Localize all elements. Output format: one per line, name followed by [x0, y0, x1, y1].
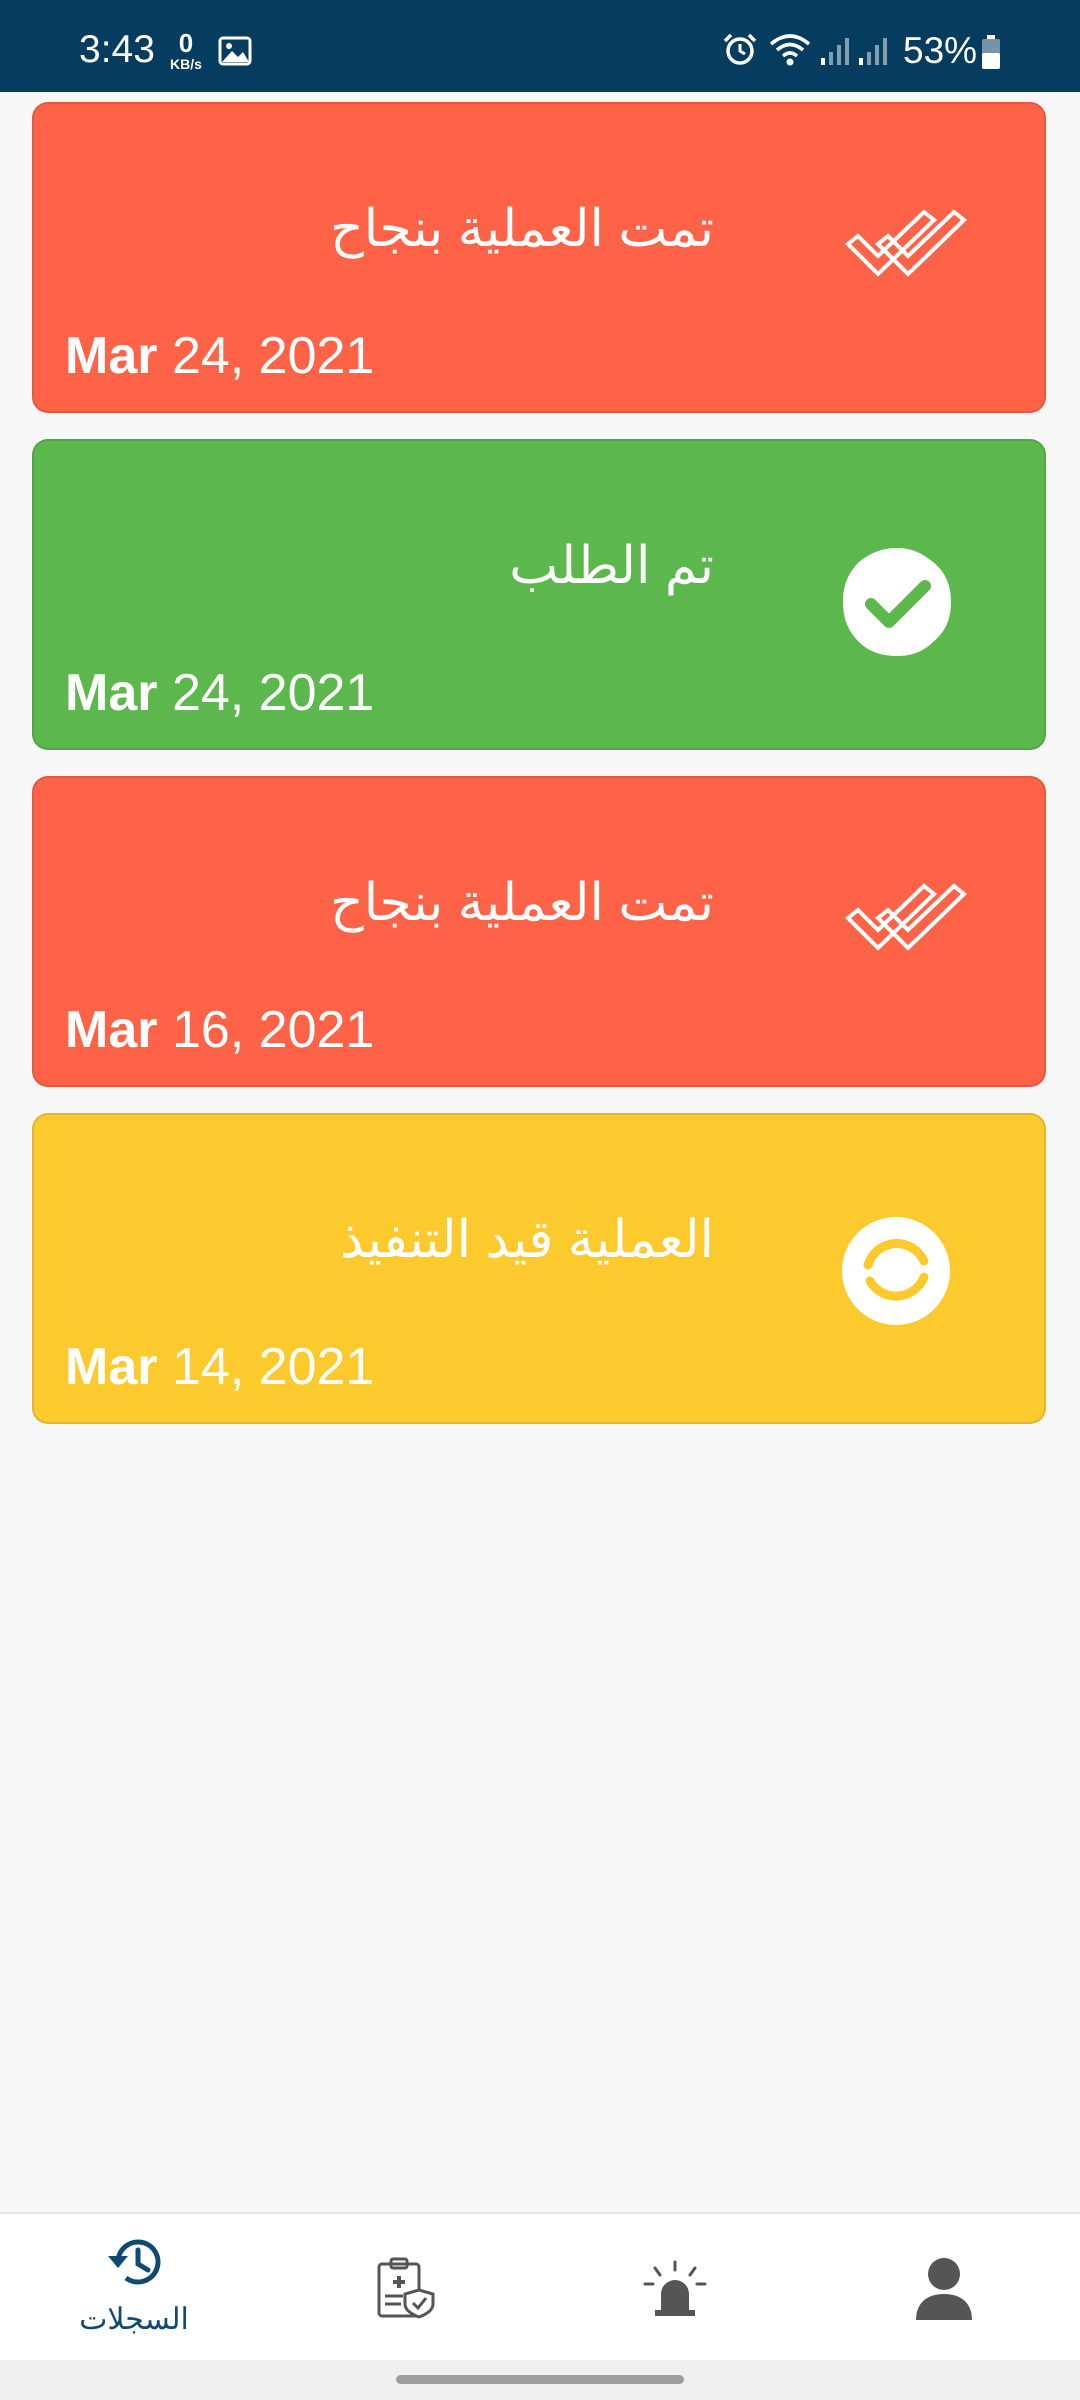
- gesture-bar[interactable]: [396, 2375, 684, 2384]
- record-title: تم الطلب: [509, 537, 714, 595]
- record-date-day-year: 24, 2021: [171, 664, 375, 722]
- profile-icon: [916, 2258, 972, 2320]
- status-bar: 3:43 0 KB/s 53%: [0, 0, 1080, 92]
- record-title: العملية قيد التنفيذ: [340, 1211, 714, 1269]
- nav-item-medical-report[interactable]: [305, 2214, 505, 2362]
- record-card[interactable]: العملية قيد التنفيذ Mar 14, 2021: [32, 1113, 1046, 1424]
- battery-icon: [982, 35, 1000, 69]
- record-date: Mar 14, 2021: [65, 1337, 374, 1397]
- record-date-month: Mar: [65, 1338, 158, 1396]
- record-date-day-year: 24, 2021: [171, 327, 375, 385]
- double-check-icon: [845, 883, 968, 951]
- records-list: تمت العملية بنجاح Mar 24, 2021 تم الطلب …: [32, 102, 1048, 1450]
- record-card[interactable]: تم الطلب Mar 24, 2021: [32, 439, 1046, 750]
- signal-icon-2: [859, 38, 887, 65]
- record-title: تمت العملية بنجاح: [330, 200, 714, 258]
- record-date: Mar 24, 2021: [65, 663, 374, 723]
- record-date-day-year: 16, 2021: [171, 1001, 375, 1059]
- record-date: Mar 24, 2021: [65, 326, 374, 386]
- record-card[interactable]: تمت العملية بنجاح Mar 16, 2021: [32, 776, 1046, 1087]
- history-icon: [108, 2239, 161, 2285]
- record-card[interactable]: تمت العملية بنجاح Mar 24, 2021: [32, 102, 1046, 413]
- nav-item-emergency[interactable]: [575, 2214, 775, 2362]
- signal-icon: [821, 38, 849, 65]
- bottom-navigation: السجلات: [0, 2212, 1080, 2362]
- battery-percent: 53%: [903, 30, 978, 71]
- alarm-siren-icon: [643, 2260, 707, 2316]
- record-date-month: Mar: [65, 664, 158, 722]
- medical-report-icon: [377, 2257, 435, 2319]
- record-date: Mar 16, 2021: [65, 1000, 374, 1060]
- status-time: 3:43: [79, 28, 155, 71]
- network-speed-unit: KB/s: [170, 56, 202, 72]
- wifi-icon: [769, 34, 811, 66]
- double-check-icon: [845, 209, 968, 277]
- nav-item-profile[interactable]: [844, 2214, 1044, 2362]
- in-progress-icon: [842, 1217, 950, 1325]
- nav-label-history: السجلات: [79, 2303, 189, 2336]
- record-date-day-year: 14, 2021: [171, 1338, 375, 1396]
- record-title: تمت العملية بنجاح: [330, 874, 714, 932]
- check-badge-icon: [843, 548, 951, 656]
- record-date-month: Mar: [65, 1001, 158, 1059]
- nav-item-history[interactable]: السجلات: [34, 2214, 234, 2362]
- alarm-icon: [723, 33, 757, 65]
- record-date-month: Mar: [65, 327, 158, 385]
- network-speed-value: 0: [178, 28, 194, 58]
- network-speed: 0 KB/s: [163, 30, 209, 72]
- gallery-icon: [218, 36, 252, 66]
